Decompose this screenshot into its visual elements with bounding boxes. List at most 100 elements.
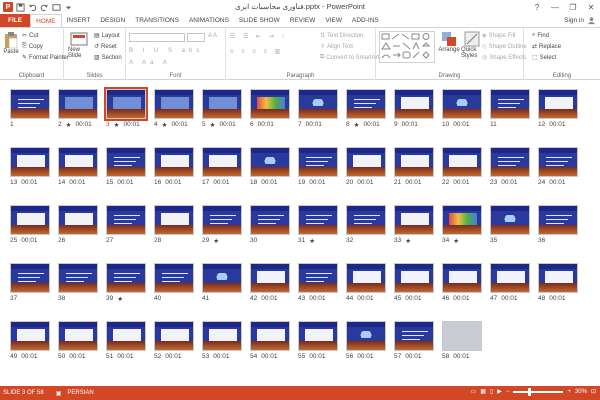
- animation-star-icon[interactable]: ★: [114, 121, 120, 129]
- slide-thumbnail-item[interactable]: 8 ★ 00:01: [346, 89, 386, 129]
- slideshow-view-icon[interactable]: ▶: [497, 388, 502, 395]
- slide-thumbnail[interactable]: [346, 263, 386, 293]
- slide-thumbnail[interactable]: [154, 205, 194, 235]
- slide-thumbnail[interactable]: [154, 89, 194, 119]
- slide-thumbnail-item[interactable]: 31 ★: [298, 205, 338, 245]
- slide-thumbnail[interactable]: [442, 205, 482, 235]
- slide-thumbnail[interactable]: [202, 89, 242, 119]
- tab-view[interactable]: VIEW: [320, 14, 347, 27]
- slide-thumbnail-item[interactable]: 3 ★ 00:01: [104, 87, 148, 129]
- tab-add-ins[interactable]: ADD-INS: [347, 14, 384, 27]
- find-button[interactable]: ⌕ Find: [532, 32, 549, 39]
- slide-thumbnail[interactable]: [250, 147, 290, 177]
- slide-sorter-view-icon[interactable]: ▦: [480, 388, 486, 395]
- slide-thumbnail-item[interactable]: 24 00:01: [538, 147, 578, 186]
- slide-thumbnail[interactable]: [490, 263, 530, 293]
- slide-thumbnail[interactable]: [346, 205, 386, 235]
- slide-thumbnail[interactable]: [346, 321, 386, 351]
- slide-thumbnail[interactable]: [250, 321, 290, 351]
- redo-icon[interactable]: [40, 3, 49, 12]
- slide-thumbnail-item[interactable]: 28: [154, 205, 194, 244]
- slide-thumbnail-item[interactable]: 2 ★ 00:01: [58, 89, 98, 129]
- customize-toolbar-icon[interactable]: [64, 3, 73, 12]
- slide-thumbnail[interactable]: [442, 321, 482, 351]
- slide-thumbnail-item[interactable]: 10 00:01: [442, 89, 482, 128]
- slide-thumbnail[interactable]: [104, 87, 148, 121]
- font-color-buttons[interactable]: A Aa A: [129, 60, 171, 66]
- slide-thumbnail-item[interactable]: 44 00:01: [346, 263, 386, 302]
- slide-thumbnail[interactable]: [394, 321, 434, 351]
- slide-thumbnail-item[interactable]: 35: [490, 205, 530, 244]
- shape-outline-button[interactable]: ◇ Shape Outline: [482, 43, 527, 51]
- replace-button[interactable]: ⇄ Replace: [532, 43, 561, 51]
- new-slide-button[interactable]: New Slide: [68, 31, 90, 59]
- slide-thumbnail[interactable]: [298, 147, 338, 177]
- slide-thumbnail[interactable]: [250, 89, 290, 119]
- slide-thumbnail[interactable]: [10, 89, 50, 119]
- fit-to-window-icon[interactable]: ⊡: [591, 388, 596, 395]
- animation-star-icon[interactable]: ★: [66, 121, 72, 129]
- slide-thumbnail[interactable]: [202, 205, 242, 235]
- slide-thumbnail-item[interactable]: 19 00:01: [298, 147, 338, 186]
- slide-thumbnail[interactable]: [202, 263, 242, 293]
- slide-thumbnail-item[interactable]: 16 00:01: [154, 147, 194, 186]
- slide-thumbnail[interactable]: [538, 147, 578, 177]
- slide-thumbnail[interactable]: [58, 205, 98, 235]
- shapes-gallery[interactable]: [379, 31, 435, 63]
- slide-thumbnail-item[interactable]: 56 00:01: [346, 321, 386, 360]
- slide-thumbnail-item[interactable]: 5 ★ 00:01: [202, 89, 242, 129]
- tab-home[interactable]: HOME: [30, 14, 62, 27]
- tab-design[interactable]: DESIGN: [95, 14, 130, 27]
- slide-thumbnail-item[interactable]: 4 ★ 00:01: [154, 89, 194, 129]
- zoom-in-button[interactable]: +: [567, 389, 571, 395]
- copy-button[interactable]: ⎘ Copy: [22, 43, 43, 50]
- slide-thumbnail-item[interactable]: 15 00:01: [106, 147, 146, 186]
- tab-review[interactable]: REVIEW: [285, 14, 321, 27]
- slide-thumbnail-item[interactable]: 13 00:01: [10, 147, 50, 186]
- animation-star-icon[interactable]: ★: [117, 295, 123, 303]
- slide-thumbnail[interactable]: [538, 205, 578, 235]
- slide-thumbnail-item[interactable]: 52 00:01: [154, 321, 194, 360]
- slide-thumbnail[interactable]: [250, 263, 290, 293]
- help-button[interactable]: ?: [528, 0, 546, 14]
- slide-thumbnail-item[interactable]: 49 00:01: [10, 321, 50, 360]
- zoom-level[interactable]: 30%: [575, 389, 587, 395]
- save-icon[interactable]: [16, 2, 25, 12]
- slide-thumbnail[interactable]: [58, 321, 98, 351]
- slide-thumbnail-item[interactable]: 47 00:01: [490, 263, 530, 302]
- animation-star-icon[interactable]: ★: [453, 237, 459, 245]
- animation-star-icon[interactable]: ★: [162, 121, 168, 129]
- slide-thumbnail[interactable]: [202, 321, 242, 351]
- shape-effects-button[interactable]: ◎ Shape Effects: [482, 54, 527, 62]
- proofing-icon[interactable]: ▣: [56, 390, 62, 397]
- undo-icon[interactable]: [28, 3, 37, 12]
- restore-button[interactable]: ❐: [564, 0, 582, 14]
- slide-thumbnail[interactable]: [490, 205, 530, 235]
- slide-thumbnail-item[interactable]: 32: [346, 205, 386, 244]
- tab-insert[interactable]: INSERT: [62, 14, 96, 27]
- sign-in[interactable]: Sign in: [564, 16, 596, 25]
- align-buttons[interactable]: ≡ ≡ ≡ ≡ ▥: [230, 48, 283, 55]
- slide-thumbnail-item[interactable]: 25 00:01: [10, 205, 50, 244]
- list-buttons[interactable]: ☰ ☰ ⇤ ⇥ ↕: [230, 33, 287, 40]
- slide-thumbnail-item[interactable]: 58 00:01: [442, 321, 482, 360]
- slide-thumbnail-item[interactable]: 38: [58, 263, 98, 302]
- slide-thumbnail-item[interactable]: 26: [58, 205, 98, 244]
- slide-thumbnail-item[interactable]: 30: [250, 205, 290, 244]
- select-button[interactable]: ⬚ Select: [532, 54, 556, 62]
- zoom-slider[interactable]: [513, 387, 564, 396]
- paste-button[interactable]: Paste: [2, 31, 20, 55]
- slide-thumbnail[interactable]: [442, 263, 482, 293]
- slide-thumbnail-item[interactable]: 29 ★: [202, 205, 242, 245]
- slide-thumbnail[interactable]: [58, 263, 98, 293]
- slide-thumbnail[interactable]: [490, 147, 530, 177]
- zoom-out-button[interactable]: −: [506, 389, 510, 395]
- slide-thumbnail-item[interactable]: 42 00:01: [250, 263, 290, 302]
- section-button[interactable]: ▥ Section: [94, 54, 122, 62]
- slide-thumbnail[interactable]: [106, 263, 146, 293]
- slide-thumbnail[interactable]: [298, 321, 338, 351]
- slide-thumbnail[interactable]: [346, 147, 386, 177]
- slide-thumbnail[interactable]: [10, 147, 50, 177]
- slide-thumbnail[interactable]: [58, 89, 98, 119]
- slide-thumbnail-item[interactable]: 53 00:01: [202, 321, 242, 360]
